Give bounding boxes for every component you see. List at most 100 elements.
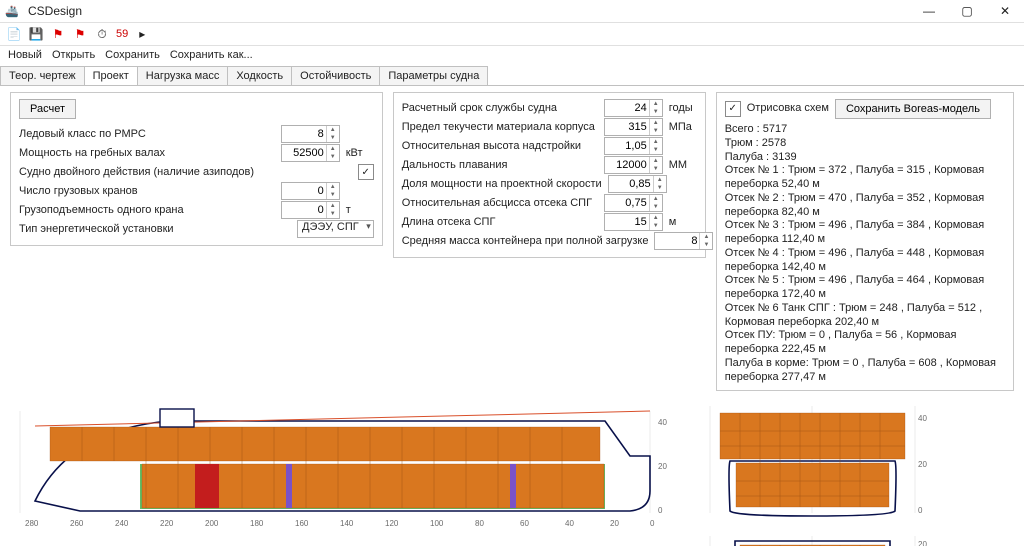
param-input[interactable]	[605, 139, 649, 153]
info-panel: ✓ Отрисовка схем Сохранить Boreas-модель…	[716, 92, 1014, 391]
tab-mass[interactable]: Нагрузка масс	[137, 66, 229, 85]
param-numeric[interactable]: ▲▼	[608, 175, 667, 193]
param-row: Доля мощности на проектной скорости ▲▼	[402, 175, 697, 193]
param-label: Дальность плавания	[402, 159, 598, 171]
param-input[interactable]	[605, 101, 649, 115]
param-numeric[interactable]: ▲▼	[604, 118, 663, 136]
info-line: Отсек № 6 Танк СПГ : Трюм = 248 , Палуба…	[725, 302, 1005, 330]
left-param-panel: Расчет Ледовый класс по РМРС▲▼Мощность н…	[10, 92, 383, 246]
param-row: Дальность плавания▲▼ММ	[402, 156, 697, 174]
svg-text:40: 40	[565, 519, 574, 528]
param-row: Средняя масса контейнера при полной загр…	[402, 232, 697, 250]
param-checkbox[interactable]: ✓	[358, 164, 374, 180]
spinner[interactable]: ▲▼	[649, 119, 662, 135]
param-unit: т	[346, 204, 374, 216]
calc-button[interactable]: Расчет	[19, 99, 76, 119]
info-line: Трюм : 2578	[725, 137, 1005, 151]
info-line: Отсек ПУ: Трюм = 0 , Палуба = 56 , Кормо…	[725, 329, 1005, 357]
window-close[interactable]: ✕	[986, 0, 1024, 22]
spinner[interactable]: ▲▼	[653, 176, 666, 192]
param-input[interactable]	[605, 120, 649, 134]
window-maximize[interactable]: ▢	[948, 0, 986, 22]
spinner[interactable]: ▲▼	[649, 100, 662, 116]
info-line: Отсек № 3 : Трюм = 496 , Палуба = 384 , …	[725, 219, 1005, 247]
param-input[interactable]	[605, 196, 649, 210]
svg-text:140: 140	[340, 519, 354, 528]
param-row: Грузоподъемность одного крана▲▼т	[19, 201, 374, 219]
spinner[interactable]: ▲▼	[649, 195, 662, 211]
param-select[interactable]: ДЭЭУ, СПГ	[297, 220, 374, 238]
param-input[interactable]	[605, 215, 649, 229]
svg-text:20: 20	[918, 460, 927, 469]
qat-flag-icon[interactable]: ⚑	[50, 26, 66, 42]
spinner[interactable]: ▲▼	[326, 145, 339, 161]
draw-scheme-label: Отрисовка схем	[747, 102, 829, 116]
spinner[interactable]: ▲▼	[649, 138, 662, 154]
info-line: Отсек № 2 : Трюм = 470 , Палуба = 352 , …	[725, 192, 1005, 220]
param-numeric[interactable]: ▲▼	[604, 194, 663, 212]
param-row: Относительная абсцисса отсека СПГ▲▼	[402, 194, 697, 212]
param-numeric[interactable]: ▲▼	[604, 213, 663, 231]
menu-saveas[interactable]: Сохранить как...	[170, 49, 253, 61]
right-param-panel: Расчетный срок службы судна ▲▼ годы Предел …	[393, 92, 706, 258]
param-label: Ледовый класс по РМРС	[19, 128, 275, 140]
param-numeric[interactable]: ▲▼	[281, 125, 340, 143]
window-minimize[interactable]: —	[910, 0, 948, 22]
spinner[interactable]: ▲▼	[649, 214, 662, 230]
menu-new[interactable]: Новый	[8, 49, 42, 61]
param-label: Предел текучести материала корпуса	[402, 121, 598, 133]
draw-scheme-checkbox[interactable]: ✓	[725, 101, 741, 117]
tab-speed[interactable]: Ходкость	[227, 66, 292, 85]
tab-project[interactable]: Проект	[84, 66, 138, 85]
qat-run-icon[interactable]: ▸	[134, 26, 150, 42]
param-input[interactable]	[282, 146, 326, 160]
param-input[interactable]	[605, 158, 649, 172]
spinner[interactable]: ▲▼	[326, 183, 339, 199]
menu-open[interactable]: Открыть	[52, 49, 95, 61]
param-row: Ледовый класс по РМРС ▲▼	[19, 125, 374, 143]
tab-ship[interactable]: Параметры судна	[379, 66, 488, 85]
param-label: Доля мощности на проектной скорости	[402, 178, 602, 190]
side-elevation-figure: 280260240220200180160140120100806040200 …	[10, 401, 670, 531]
tab-stability[interactable]: Остойчивость	[291, 66, 380, 85]
param-row: Предел текучести материала корпуса ▲▼ МПа	[402, 118, 697, 136]
param-row: Число грузовых кранов▲▼	[19, 182, 374, 200]
menubar: Новый Открыть Сохранить Сохранить как...	[0, 46, 1024, 64]
spinner[interactable]: ▲▼	[649, 157, 662, 173]
param-numeric[interactable]: ▲▼	[654, 232, 713, 250]
info-line: Отсек № 5 : Трюм = 496 , Палуба = 464 , …	[725, 274, 1005, 302]
spinner[interactable]: ▲▼	[326, 202, 339, 218]
qat-flag2-icon[interactable]: ⚑	[72, 26, 88, 42]
param-numeric[interactable]: ▲▼	[604, 99, 663, 117]
save-boreas-button[interactable]: Сохранить Boreas-модель	[835, 99, 991, 119]
spinner[interactable]: ▲▼	[326, 126, 339, 142]
param-row: Тип энергетической установкиДЭЭУ, СПГ	[19, 220, 374, 238]
param-numeric[interactable]: ▲▼	[281, 182, 340, 200]
menu-save[interactable]: Сохранить	[105, 49, 160, 61]
param-numeric[interactable]: ▲▼	[604, 137, 663, 155]
param-input[interactable]	[609, 177, 653, 191]
param-label: Расчетный срок службы судна	[402, 102, 598, 114]
info-line: Палуба в корме: Трюм = 0 , Палуба = 608 …	[725, 357, 1005, 385]
tab-theor[interactable]: Теор. чертеж	[0, 66, 85, 85]
app-icon: 🚢	[4, 3, 20, 19]
param-numeric[interactable]: ▲▼	[281, 144, 340, 162]
info-line: Отсек № 4 : Трюм = 496 , Палуба = 448 , …	[725, 247, 1005, 275]
qat-new-icon[interactable]: 📄	[6, 26, 22, 42]
svg-text:220: 220	[160, 519, 174, 528]
param-input[interactable]	[655, 234, 699, 248]
qat-save-icon[interactable]: 💾	[28, 26, 44, 42]
svg-text:40: 40	[918, 414, 927, 423]
param-unit: м	[669, 216, 697, 228]
param-input[interactable]	[282, 184, 326, 198]
param-row: Судно двойного действия (наличие азиподо…	[19, 163, 374, 181]
param-unit: годы	[669, 102, 697, 114]
param-input[interactable]	[282, 127, 326, 141]
param-numeric[interactable]: ▲▼	[604, 156, 663, 174]
spinner[interactable]: ▲▼	[699, 233, 712, 249]
param-input[interactable]	[282, 203, 326, 217]
param-numeric[interactable]: ▲▼	[281, 201, 340, 219]
svg-text:120: 120	[385, 519, 399, 528]
param-unit: МПа	[669, 121, 697, 133]
svg-text:240: 240	[115, 519, 129, 528]
